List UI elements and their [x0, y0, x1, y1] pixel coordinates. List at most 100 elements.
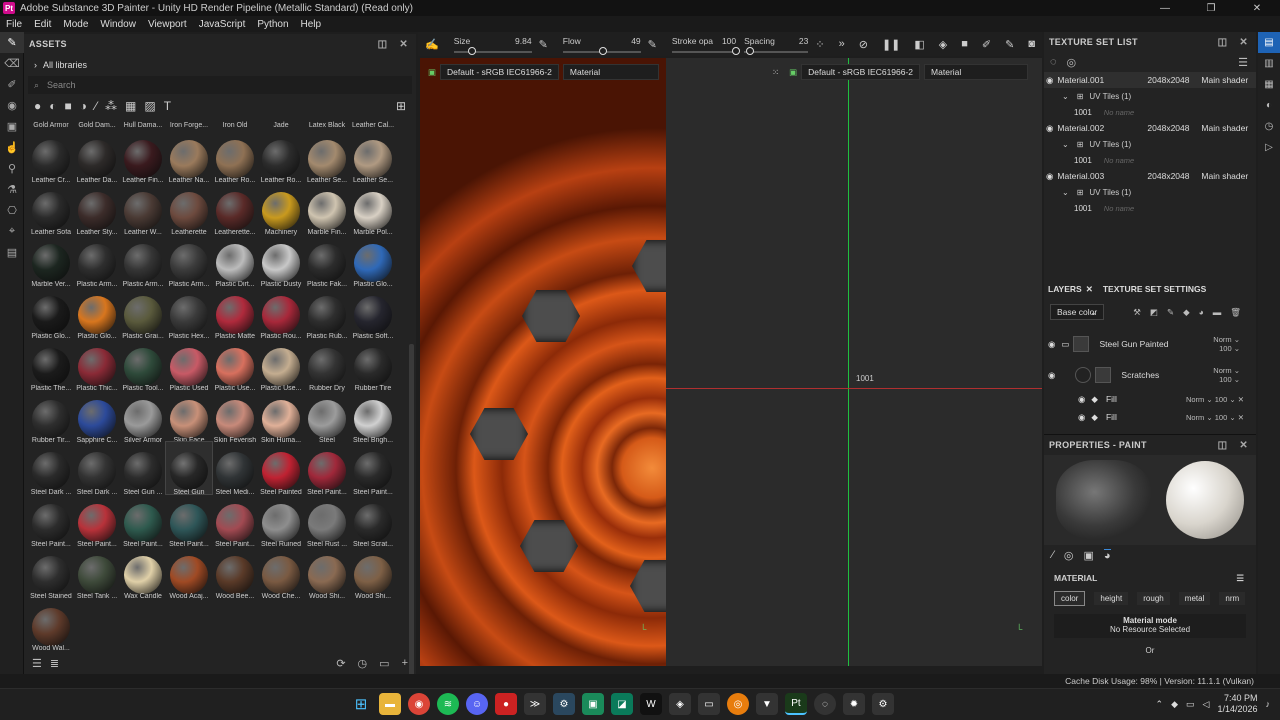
close-panel-icon[interactable]: ✕: [1239, 37, 1248, 48]
material-filter-icon[interactable]: ●: [34, 99, 41, 113]
menu-viewport[interactable]: Viewport: [148, 19, 187, 30]
close-panel-icon[interactable]: ✕: [1239, 440, 1248, 451]
material-tile[interactable]: Steel Paint...: [350, 442, 396, 496]
clock[interactable]: 7:40 PM 1/14/2026: [1217, 693, 1257, 715]
material-tile[interactable]: Steel Dark ...: [28, 442, 74, 496]
add-mask-icon[interactable]: ◩: [1150, 307, 1158, 318]
mode-select-left[interactable]: Material: [562, 64, 659, 80]
material-tile[interactable]: Leather Da...: [74, 130, 120, 184]
material-tile[interactable]: Leather Cr...: [28, 130, 74, 184]
material-tile[interactable]: Leather Se...: [304, 130, 350, 184]
material-tile[interactable]: Leather Sofa: [28, 182, 74, 236]
material-tile[interactable]: Steel Paint...: [120, 494, 166, 548]
stroke-value[interactable]: 100: [722, 36, 736, 46]
asset-label[interactable]: Iron Old: [212, 122, 258, 129]
delete-layer-icon[interactable]: 🗑: [1230, 307, 1241, 318]
material-tile[interactable]: Leather Ro...: [258, 130, 304, 184]
layer-blend[interactable]: Norm ⌄ 100 ⌄ ✕: [1186, 395, 1244, 404]
texture-filter-icon[interactable]: ▦: [125, 99, 136, 113]
log-icon[interactable]: ▷: [1258, 137, 1280, 158]
material-mode-slot[interactable]: Material mode No Resource Selected: [1054, 614, 1246, 638]
tab-texture-set-settings[interactable]: TEXTURE SET SETTINGS: [1103, 284, 1206, 294]
material-tile[interactable]: Skin Face: [166, 390, 212, 444]
material-tile[interactable]: Rubber Tire: [350, 338, 396, 392]
menu-icon[interactable]: ☰: [1238, 56, 1248, 69]
texture-set-shader[interactable]: Main shader: [1201, 75, 1248, 85]
brush-mode-icon[interactable]: ✐: [982, 38, 991, 51]
display-icon[interactable]: ▣: [428, 67, 436, 78]
viewport-3d[interactable]: └: [420, 58, 666, 666]
material-tile[interactable]: Steel: [304, 390, 350, 444]
hide-icon[interactable]: ◌: [1050, 56, 1057, 68]
clone-icon[interactable]: ⚲: [0, 158, 24, 179]
material-tile[interactable]: Plastic Rou...: [258, 286, 304, 340]
settings-grid-icon[interactable]: ⁙: [772, 67, 779, 78]
history-panel-icon[interactable]: ◷: [1258, 116, 1280, 137]
material-tile[interactable]: Leather Ro...: [212, 130, 258, 184]
material-tile[interactable]: Plastic Matte: [212, 286, 258, 340]
asset-label[interactable]: Hull Dama...: [120, 122, 166, 129]
uv-tiles-row[interactable]: ⌄ ⊞ UV Tiles (1): [1044, 88, 1256, 104]
brush-tab-icon[interactable]: ⁄: [1052, 549, 1054, 561]
app-gear-icon[interactable]: ✹: [843, 693, 865, 715]
menu-python[interactable]: Python: [257, 19, 288, 30]
spacing-value[interactable]: 23: [799, 36, 808, 46]
flow-pen-icon[interactable]: ✎: [539, 38, 548, 51]
chrome-icon[interactable]: ◉: [408, 693, 430, 715]
material-tile[interactable]: Steel Paint...: [166, 494, 212, 548]
uv-tile-row[interactable]: 1001 No name: [1044, 104, 1256, 120]
uv-tiles-row[interactable]: ⌄ ⊞ UV Tiles (1): [1044, 184, 1256, 200]
material-tile[interactable]: Steel Ruined: [258, 494, 304, 548]
asset-label[interactable]: Gold Armor: [28, 122, 74, 129]
app-teal-icon[interactable]: ◪: [611, 693, 633, 715]
app-circle-icon[interactable]: ◌: [814, 693, 836, 715]
smart-material-filter-icon[interactable]: ◐: [49, 99, 56, 113]
mode-select-right[interactable]: Material: [924, 64, 1029, 80]
asset-label[interactable]: Iron Forge...: [166, 122, 212, 129]
material-tile[interactable]: Rubber Tir...: [28, 390, 74, 444]
material-tile[interactable]: Plastic The...: [28, 338, 74, 392]
brush-preset-icon[interactable]: ✍: [425, 38, 439, 51]
material-tile[interactable]: Leather Fin...: [120, 130, 166, 184]
list-compact-icon[interactable]: ≣: [50, 657, 59, 670]
texture-set-item[interactable]: ◉ Material.002 2048x2048 Main shader: [1044, 120, 1256, 136]
nrm-channel-button[interactable]: nrm: [1219, 592, 1246, 605]
list-view-icon[interactable]: ☰: [32, 657, 42, 670]
material-tile[interactable]: Wood Acaj...: [166, 546, 212, 600]
paint-mode-icon[interactable]: ✎: [1005, 38, 1014, 51]
material-tile[interactable]: Plastic Used: [166, 338, 212, 392]
notification-bell-icon[interactable]: ♪: [1266, 699, 1271, 709]
material-tile[interactable]: Skin Feverish: [212, 390, 258, 444]
eye-icon[interactable]: ◉: [1046, 171, 1053, 182]
symmetry-icon[interactable]: ⁘: [815, 38, 824, 51]
procedural-filter-icon[interactable]: ◑: [80, 99, 87, 113]
material-tile[interactable]: Plastic Soft...: [350, 286, 396, 340]
add-effect-icon[interactable]: ⚒: [1133, 307, 1141, 318]
texture-set-shader[interactable]: Main shader: [1201, 171, 1248, 181]
chevron-up-icon[interactable]: ⌃: [1156, 699, 1164, 710]
material-tile[interactable]: Plastic Fak...: [304, 234, 350, 288]
close-button[interactable]: ✕: [1234, 0, 1280, 16]
material-tile[interactable]: Plastic Glo...: [350, 234, 396, 288]
material-tile[interactable]: Leatherette...: [212, 182, 258, 236]
close-panel-icon[interactable]: ✕: [399, 39, 408, 50]
camera-split-icon[interactable]: ◧: [914, 38, 924, 51]
add-icon[interactable]: +: [402, 657, 408, 670]
app-green-icon[interactable]: ▣: [582, 693, 604, 715]
library-selector[interactable]: › All libraries: [24, 54, 416, 76]
rough-channel-button[interactable]: rough: [1137, 592, 1170, 605]
screenshot-camera-icon[interactable]: ◙: [1028, 38, 1035, 50]
asset-label[interactable]: Jade: [258, 122, 304, 129]
layer-blend[interactable]: Norm ⌄ 100 ⌄: [1213, 335, 1240, 353]
flow-slider[interactable]: Flow 49: [562, 36, 641, 55]
menu-mode[interactable]: Mode: [63, 19, 88, 30]
material-tile[interactable]: Leather Sty...: [74, 182, 120, 236]
eye-icon[interactable]: ◉: [1046, 123, 1053, 134]
float-icon[interactable]: ◫: [1218, 440, 1228, 451]
color-channel-button[interactable]: color: [1054, 591, 1086, 606]
material-tile[interactable]: Wood Wal...: [28, 598, 74, 652]
material-tile[interactable]: Leather Se...: [350, 130, 396, 184]
bake-icon[interactable]: ⎔: [0, 200, 24, 221]
material-sphere-preview[interactable]: [1166, 461, 1244, 539]
tray-app-icon[interactable]: ◆: [1171, 699, 1178, 710]
